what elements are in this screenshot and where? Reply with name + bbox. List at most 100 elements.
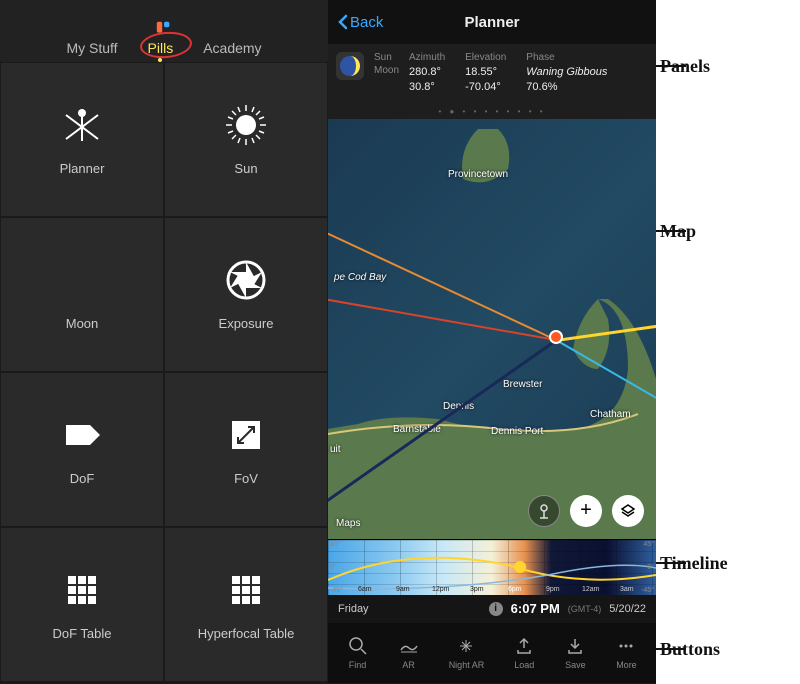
btn-load[interactable]: Load	[513, 635, 535, 670]
planner-screen: Back Planner Sun Moon Azimuth 280.8° 30.…	[328, 0, 656, 684]
app-logo-icon	[155, 20, 173, 38]
btn-label: AR	[402, 660, 415, 670]
time-value: 6:07 PM	[511, 601, 560, 616]
timeline-sun-marker[interactable]	[514, 561, 526, 573]
pill-label: Hyperfocal Table	[198, 626, 295, 641]
search-icon	[347, 635, 369, 657]
timeline-scale: 0°	[330, 564, 337, 571]
fov-icon	[224, 413, 268, 457]
tab-pills[interactable]: Pills	[148, 40, 174, 56]
bottom-buttons: Find AR Night AR Load Save More	[328, 623, 656, 683]
map-btn-pin[interactable]	[528, 495, 560, 527]
sun-azimuth: 280.8°	[409, 65, 445, 80]
date-value: 5/20/22	[609, 603, 646, 615]
pill-label: DoF	[70, 471, 95, 486]
planner-icon	[60, 103, 104, 147]
phase-header: Phase	[526, 52, 607, 63]
map-town: Dennis Port	[491, 426, 543, 437]
timeline-hour: 6am	[358, 586, 372, 593]
timezone: (GMT-4)	[568, 604, 602, 614]
map-town: Provincetown	[448, 169, 508, 180]
pill-dof-table[interactable]: DoF Table	[0, 527, 164, 682]
azimuth-header: Azimuth	[409, 52, 445, 63]
timeline-scale: 45°	[643, 541, 654, 548]
timeline-hour: 3am	[620, 586, 634, 593]
annotation-panels: Panels	[660, 56, 710, 77]
tab-my-stuff[interactable]: My Stuff	[66, 40, 117, 56]
timeline-scale: -45°	[330, 587, 343, 594]
map-town: Chatham	[590, 409, 631, 420]
timeline-curves	[328, 540, 656, 596]
pill-hyperfocal-table[interactable]: Hyperfocal Table	[164, 527, 328, 682]
chevron-left-icon	[338, 14, 348, 30]
info-icon[interactable]: i	[489, 602, 503, 616]
timeline-hour: 6pm	[508, 586, 522, 593]
pills-screen: My Stuff Pills Academy Planner	[0, 0, 328, 684]
btn-label: Save	[565, 660, 586, 670]
aperture-icon	[224, 258, 268, 302]
btn-night-ar[interactable]: Night AR	[449, 635, 485, 670]
ar-icon	[398, 635, 420, 657]
pill-planner[interactable]: Planner	[0, 62, 164, 217]
pill-sun[interactable]: Sun	[164, 62, 328, 217]
map-pin[interactable]	[549, 330, 563, 344]
map-town: uit	[330, 444, 341, 455]
navbar: Back Planner	[328, 0, 656, 44]
btn-save[interactable]: Save	[564, 635, 586, 670]
timeline-scale: -45°	[641, 587, 654, 594]
btn-label: Find	[349, 660, 367, 670]
map-town: Brewster	[503, 379, 542, 390]
map-btn-add[interactable]: +	[570, 495, 602, 527]
btn-ar[interactable]: AR	[398, 635, 420, 670]
page-dots[interactable]: • ● • • • • • • • •	[328, 104, 656, 119]
map[interactable]: Provincetown pe Cod Bay Brewster Dennis …	[328, 119, 656, 539]
timeline-hour: 12pm	[432, 586, 450, 593]
back-button[interactable]: Back	[338, 14, 383, 31]
btn-find[interactable]: Find	[347, 635, 369, 670]
btn-label: Night AR	[449, 660, 485, 670]
topbar: My Stuff Pills Academy	[0, 0, 328, 62]
moon-phase-icon	[336, 52, 364, 80]
timeline-scale: 0°	[647, 564, 654, 571]
timeline-hour: 3pm	[470, 586, 484, 593]
dof-icon	[60, 413, 104, 457]
annotation-map: Map	[660, 221, 696, 242]
moon-elevation: -70.04°	[465, 80, 506, 95]
pill-fov[interactable]: FoV	[164, 372, 328, 527]
timeline-hour: 9am	[396, 586, 410, 593]
tabs: My Stuff Pills Academy	[66, 40, 261, 62]
sun-elevation: 18.55°	[465, 65, 506, 80]
pill-exposure[interactable]: Exposure	[164, 217, 328, 372]
timeline-hour: 9pm	[546, 586, 560, 593]
annotation-timeline: Timeline	[660, 553, 728, 574]
pill-label: Moon	[66, 316, 99, 331]
night-ar-icon	[455, 635, 477, 657]
timeline-scale: 45°	[330, 541, 341, 548]
pill-label: DoF Table	[52, 626, 111, 641]
grid-icon	[224, 568, 268, 612]
map-btn-layers[interactable]	[612, 495, 644, 527]
pill-dof[interactable]: DoF	[0, 372, 164, 527]
pills-grid: Planner Sun	[0, 62, 328, 682]
grid-icon	[60, 568, 104, 612]
upload-icon	[513, 635, 535, 657]
annotation-buttons: Buttons	[660, 639, 720, 660]
pill-label: FoV	[234, 471, 258, 486]
moon-icon	[60, 258, 104, 302]
pill-label: Sun	[234, 161, 257, 176]
date-time-bar[interactable]: Friday i 6:07 PM (GMT-4) 5/20/22	[328, 595, 656, 623]
map-bay-label: pe Cod Bay	[334, 272, 386, 283]
pill-label: Exposure	[219, 316, 274, 331]
timeline[interactable]: 45° 0° -45° 45° 0° -45° 6am 9am 12pm 3pm…	[328, 539, 656, 595]
download-icon	[564, 635, 586, 657]
btn-label: Load	[514, 660, 534, 670]
row-label-sun: Sun	[374, 52, 399, 63]
weekday: Friday	[338, 603, 369, 615]
pill-moon[interactable]: Moon	[0, 217, 164, 372]
maps-attribution: Maps	[336, 518, 360, 529]
back-label: Back	[350, 14, 383, 31]
btn-more[interactable]: More	[615, 635, 637, 670]
sun-icon	[224, 103, 268, 147]
panels[interactable]: Sun Moon Azimuth 280.8° 30.8° Elevation …	[328, 44, 656, 104]
tab-academy[interactable]: Academy	[203, 40, 261, 56]
